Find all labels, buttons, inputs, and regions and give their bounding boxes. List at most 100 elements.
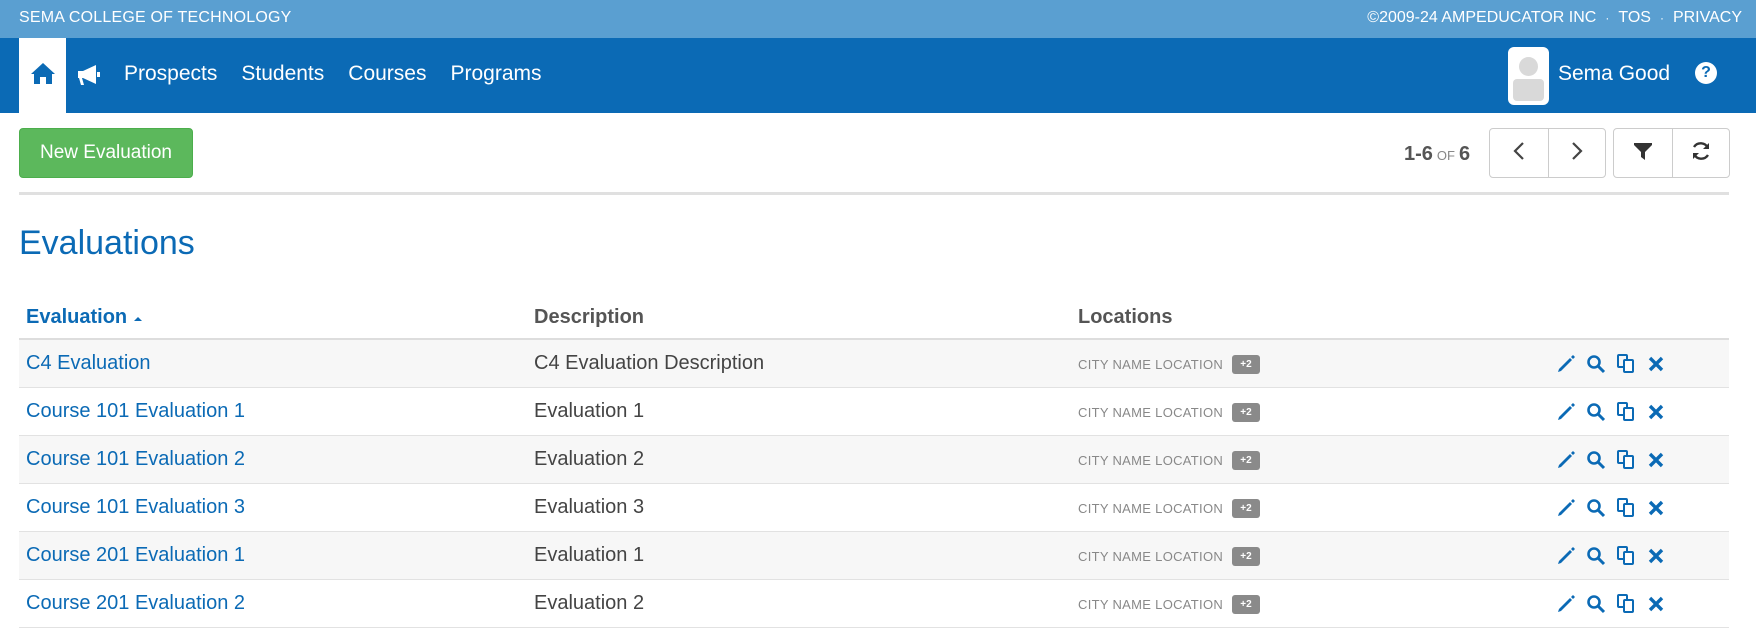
column-header-description[interactable]: Description bbox=[534, 306, 644, 329]
more-locations-badge[interactable]: +2 bbox=[1232, 451, 1260, 470]
row-actions bbox=[1555, 592, 1667, 616]
location-label: CITY NAME LOCATION bbox=[1078, 405, 1224, 420]
school-name: SEMA COLLEGE OF TECHNOLOGY bbox=[19, 9, 292, 26]
table-row: Course 201 Evaluation 1 Evaluation 1 CIT… bbox=[19, 532, 1729, 580]
table-body: C4 Evaluation C4 Evaluation Description … bbox=[19, 340, 1729, 628]
filter-button[interactable] bbox=[1614, 129, 1672, 177]
delete-icon[interactable] bbox=[1645, 496, 1667, 520]
edit-icon[interactable] bbox=[1555, 544, 1577, 568]
new-evaluation-button[interactable]: New Evaluation bbox=[19, 128, 193, 178]
row-actions bbox=[1555, 352, 1667, 376]
copy-icon[interactable] bbox=[1615, 352, 1637, 376]
nav-item-prospects[interactable]: Prospects bbox=[124, 62, 217, 86]
evaluations-table: Evaluation Description Locations C4 Eval… bbox=[19, 300, 1729, 628]
next-page-button[interactable] bbox=[1547, 129, 1606, 177]
evaluation-link[interactable]: Course 201 Evaluation 1 bbox=[26, 544, 245, 567]
refresh-icon bbox=[1690, 140, 1712, 167]
tos-link[interactable]: TOS bbox=[1618, 9, 1651, 27]
evaluation-link[interactable]: Course 201 Evaluation 2 bbox=[26, 592, 245, 615]
filter-icon bbox=[1633, 141, 1653, 166]
sort-asc-icon bbox=[133, 306, 143, 328]
evaluation-link[interactable]: Course 101 Evaluation 3 bbox=[26, 496, 245, 519]
home-icon bbox=[30, 61, 56, 90]
search-icon[interactable] bbox=[1585, 352, 1607, 376]
edit-icon[interactable] bbox=[1555, 400, 1577, 424]
edit-icon[interactable] bbox=[1555, 448, 1577, 472]
table-row: C4 Evaluation C4 Evaluation Description … bbox=[19, 340, 1729, 388]
search-icon[interactable] bbox=[1585, 496, 1607, 520]
delete-icon[interactable] bbox=[1645, 592, 1667, 616]
prev-page-button[interactable] bbox=[1490, 129, 1548, 177]
announcements-button[interactable] bbox=[74, 60, 104, 90]
user-name[interactable]: Sema Good bbox=[1558, 62, 1670, 86]
column-header-locations[interactable]: Locations bbox=[1078, 306, 1172, 329]
delete-icon[interactable] bbox=[1645, 352, 1667, 376]
delete-icon[interactable] bbox=[1645, 400, 1667, 424]
table-row: Course 201 Evaluation 2 Evaluation 2 CIT… bbox=[19, 580, 1729, 628]
search-icon[interactable] bbox=[1585, 544, 1607, 568]
location-label: CITY NAME LOCATION bbox=[1078, 597, 1224, 612]
copy-icon[interactable] bbox=[1615, 544, 1637, 568]
search-icon[interactable] bbox=[1585, 400, 1607, 424]
copyright-text: ©2009-24 AMPEDUCATOR INC bbox=[1367, 9, 1597, 26]
row-actions bbox=[1555, 448, 1667, 472]
megaphone-icon bbox=[74, 65, 104, 94]
evaluation-description: Evaluation 1 bbox=[534, 544, 645, 566]
table-header: Evaluation Description Locations bbox=[19, 300, 1729, 340]
more-locations-badge[interactable]: +2 bbox=[1232, 355, 1260, 374]
more-locations-badge[interactable]: +2 bbox=[1232, 595, 1260, 614]
chevron-left-icon bbox=[1512, 141, 1526, 166]
pagination-buttons bbox=[1489, 128, 1606, 178]
separator: · bbox=[1659, 11, 1664, 25]
evaluation-link[interactable]: Course 101 Evaluation 1 bbox=[26, 400, 245, 423]
copy-icon[interactable] bbox=[1615, 592, 1637, 616]
column-header-evaluation[interactable]: Evaluation bbox=[26, 306, 143, 329]
row-actions bbox=[1555, 544, 1667, 568]
delete-icon[interactable] bbox=[1645, 544, 1667, 568]
copy-icon[interactable] bbox=[1615, 448, 1637, 472]
privacy-link[interactable]: PRIVACY bbox=[1673, 9, 1742, 27]
nav-links: Prospects Students Courses Programs bbox=[124, 62, 542, 86]
evaluation-description: C4 Evaluation Description bbox=[534, 352, 765, 374]
footer-links: ©2009-24 AMPEDUCATOR INC · TOS · PRIVACY bbox=[1367, 9, 1742, 27]
top-bar: SEMA COLLEGE OF TECHNOLOGY ©2009-24 AMPE… bbox=[0, 0, 1756, 38]
copy-icon[interactable] bbox=[1615, 496, 1637, 520]
column-label: Evaluation bbox=[26, 306, 128, 328]
separator: · bbox=[1605, 11, 1610, 25]
location-label: CITY NAME LOCATION bbox=[1078, 453, 1224, 468]
chevron-right-icon bbox=[1570, 141, 1584, 166]
more-locations-badge[interactable]: +2 bbox=[1232, 403, 1260, 422]
avatar-body bbox=[1513, 79, 1544, 101]
edit-icon[interactable] bbox=[1555, 496, 1577, 520]
nav-home-button[interactable] bbox=[19, 38, 66, 113]
nav-item-courses[interactable]: Courses bbox=[348, 62, 426, 86]
table-row: Course 101 Evaluation 3 Evaluation 3 CIT… bbox=[19, 484, 1729, 532]
evaluation-link[interactable]: C4 Evaluation bbox=[26, 352, 151, 375]
avatar[interactable] bbox=[1508, 47, 1549, 105]
nav-item-programs[interactable]: Programs bbox=[450, 62, 541, 86]
page-title: Evaluations bbox=[19, 224, 195, 262]
of-label: OF bbox=[1436, 148, 1455, 163]
nav-item-students[interactable]: Students bbox=[241, 62, 324, 86]
more-locations-badge[interactable]: +2 bbox=[1232, 499, 1260, 518]
evaluation-description: Evaluation 2 bbox=[534, 448, 645, 470]
delete-icon[interactable] bbox=[1645, 448, 1667, 472]
search-icon[interactable] bbox=[1585, 448, 1607, 472]
table-row: Course 101 Evaluation 1 Evaluation 1 CIT… bbox=[19, 388, 1729, 436]
list-tools bbox=[1613, 128, 1730, 178]
row-actions bbox=[1555, 496, 1667, 520]
help-icon[interactable]: ? bbox=[1695, 62, 1717, 84]
edit-icon[interactable] bbox=[1555, 592, 1577, 616]
evaluation-link[interactable]: Course 101 Evaluation 2 bbox=[26, 448, 245, 471]
evaluation-description: Evaluation 3 bbox=[534, 496, 645, 518]
page-range: 1-6 bbox=[1404, 143, 1433, 165]
refresh-button[interactable] bbox=[1671, 129, 1730, 177]
edit-icon[interactable] bbox=[1555, 352, 1577, 376]
row-actions bbox=[1555, 400, 1667, 424]
location-label: CITY NAME LOCATION bbox=[1078, 501, 1224, 516]
more-locations-badge[interactable]: +2 bbox=[1232, 547, 1260, 566]
copy-icon[interactable] bbox=[1615, 400, 1637, 424]
main-nav: Prospects Students Courses Programs Sema… bbox=[0, 38, 1756, 113]
total-count: 6 bbox=[1458, 143, 1471, 165]
search-icon[interactable] bbox=[1585, 592, 1607, 616]
